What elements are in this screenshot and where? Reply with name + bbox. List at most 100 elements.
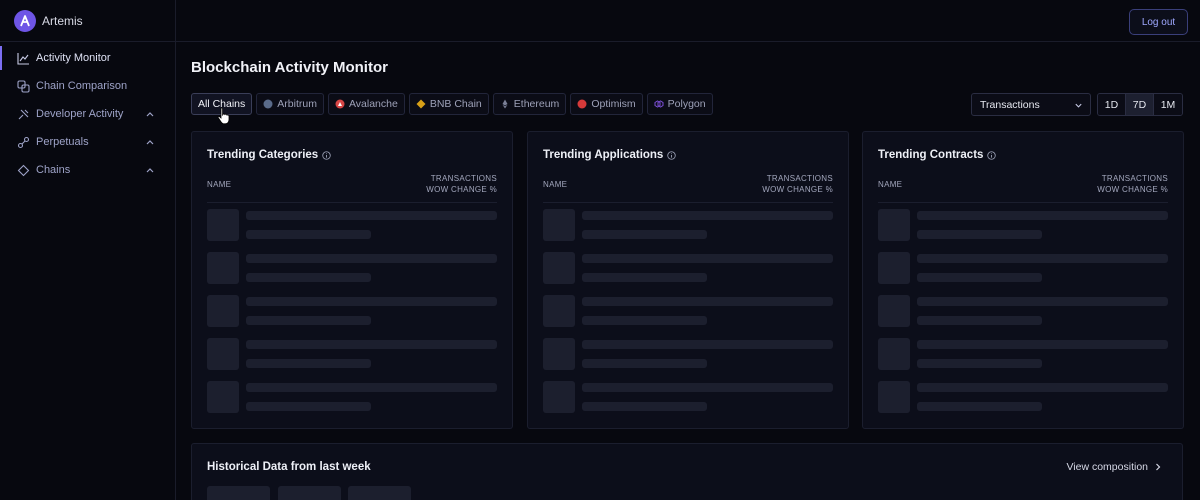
skeleton-line (917, 402, 1042, 411)
skeleton-avatar (543, 295, 575, 327)
skeleton-row (543, 252, 833, 284)
skeleton-line (246, 383, 497, 392)
skeleton-line (582, 359, 707, 368)
skeleton-line (917, 273, 1042, 282)
skeleton-avatar (878, 295, 910, 327)
skeleton-row (878, 252, 1168, 284)
page-title: Blockchain Activity Monitor (191, 59, 388, 76)
sidebar-item-label: Perpetuals (36, 136, 89, 148)
skeleton-line (582, 297, 833, 306)
chain-filter-chips: All Chains Arbitrum Avalanche BNB Chain … (191, 93, 713, 115)
sidebar: Artemis Activity Monitor Chain Compariso… (0, 0, 176, 500)
chip-optimism[interactable]: Optimism (570, 93, 643, 115)
skeleton-avatar (207, 209, 239, 241)
chip-avalanche[interactable]: Avalanche (327, 93, 405, 115)
range-1m-button[interactable]: 1M (1154, 94, 1182, 115)
skeleton-line (917, 359, 1042, 368)
sidebar-item-label: Developer Activity (36, 108, 124, 120)
card-title: Trending Applications (543, 149, 677, 161)
skeleton-line (246, 230, 371, 239)
column-header-metric: TRANSACTIONS WOW CHANGE % (1097, 173, 1168, 195)
chip-label: Optimism (591, 98, 636, 110)
skeleton-line (917, 316, 1042, 325)
skeleton-row (878, 338, 1168, 370)
skeleton-line (917, 297, 1168, 306)
historical-data-card: Historical Data from last week View comp… (191, 443, 1183, 500)
skeleton-avatar (878, 252, 910, 284)
skeleton-line (917, 211, 1168, 220)
metric-select[interactable]: Transactions (971, 93, 1091, 116)
skeleton-row (207, 252, 497, 284)
info-icon[interactable] (667, 150, 677, 160)
range-1d-button[interactable]: 1D (1098, 94, 1126, 115)
diamond-icon (16, 163, 30, 177)
skeleton-avatar (878, 338, 910, 370)
column-header-metric-line: TRANSACTIONS (766, 174, 833, 183)
trending-categories-card: Trending Categories NAME TRANSACTIONS WO… (191, 131, 513, 429)
info-icon[interactable] (987, 150, 997, 160)
skeleton-line (917, 340, 1168, 349)
developer-icon (16, 107, 30, 121)
chevron-up-icon[interactable] (145, 165, 155, 175)
divider (878, 202, 1168, 203)
chip-ethereum[interactable]: Ethereum (492, 93, 567, 115)
compare-icon (16, 79, 30, 93)
logo[interactable]: Artemis (0, 0, 175, 42)
chip-polygon[interactable]: Polygon (646, 93, 713, 115)
skeleton-line (917, 383, 1168, 392)
info-icon[interactable] (322, 150, 331, 160)
skeleton-avatar (207, 252, 239, 284)
skeleton-row (207, 338, 497, 370)
chip-label: Ethereum (513, 98, 560, 110)
skeleton-avatar (207, 338, 239, 370)
polygon-icon (654, 99, 664, 109)
skeleton-line (246, 316, 371, 325)
chevron-up-icon[interactable] (145, 137, 155, 147)
skeleton-block (278, 486, 341, 500)
sidebar-item-label: Chain Comparison (36, 80, 128, 92)
activity-chart-icon (16, 51, 30, 65)
trending-contracts-card: Trending Contracts NAME TRANSACTIONS WOW… (862, 131, 1184, 429)
skeleton-row (878, 381, 1168, 413)
avalanche-icon (335, 99, 345, 109)
skeleton-line (246, 340, 497, 349)
card-title-text: Trending Contracts (878, 149, 984, 161)
sidebar-item-developer-activity[interactable]: Developer Activity (0, 100, 175, 128)
logout-button[interactable]: Log out (1129, 9, 1188, 35)
range-7d-button[interactable]: 7D (1126, 94, 1154, 115)
sidebar-item-activity-monitor[interactable]: Activity Monitor (0, 44, 175, 72)
column-header-change-line: WOW CHANGE % (762, 185, 833, 194)
link-icon (16, 135, 30, 149)
bnb-icon (416, 99, 426, 109)
view-composition-link[interactable]: View composition (1066, 461, 1162, 473)
metric-select-value: Transactions (980, 98, 1040, 111)
app-name: Artemis (42, 13, 83, 28)
skeleton-line (582, 230, 707, 239)
sidebar-item-perpetuals[interactable]: Perpetuals (0, 128, 175, 156)
skeleton-row (543, 338, 833, 370)
skeleton-line (917, 254, 1168, 263)
skeleton-row (878, 209, 1168, 241)
sidebar-item-chains[interactable]: Chains (0, 156, 175, 184)
skeleton-avatar (543, 381, 575, 413)
sidebar-item-chain-comparison[interactable]: Chain Comparison (0, 72, 175, 100)
chip-arbitrum[interactable]: Arbitrum (256, 93, 324, 115)
skeleton-line (582, 340, 833, 349)
view-composition-label: View composition (1066, 461, 1148, 473)
skeleton-line (246, 211, 497, 220)
skeleton-line (246, 273, 371, 282)
chip-label: Avalanche (348, 98, 398, 110)
skeleton-line (582, 273, 707, 282)
column-header-metric: TRANSACTIONS WOW CHANGE % (426, 173, 497, 195)
column-header-change-line: WOW CHANGE % (426, 185, 497, 194)
divider (207, 202, 497, 203)
card-title: Trending Contracts (878, 149, 997, 161)
chevron-up-icon[interactable] (145, 109, 155, 119)
column-header-metric: TRANSACTIONS WOW CHANGE % (762, 173, 833, 195)
chip-label: Polygon (667, 98, 706, 110)
top-bar: Log out (176, 0, 1200, 42)
column-header-metric-line: TRANSACTIONS (430, 174, 497, 183)
skeleton-avatar (207, 295, 239, 327)
chip-bnb-chain[interactable]: BNB Chain (408, 93, 489, 115)
trending-applications-card: Trending Applications NAME TRANSACTIONS … (527, 131, 849, 429)
